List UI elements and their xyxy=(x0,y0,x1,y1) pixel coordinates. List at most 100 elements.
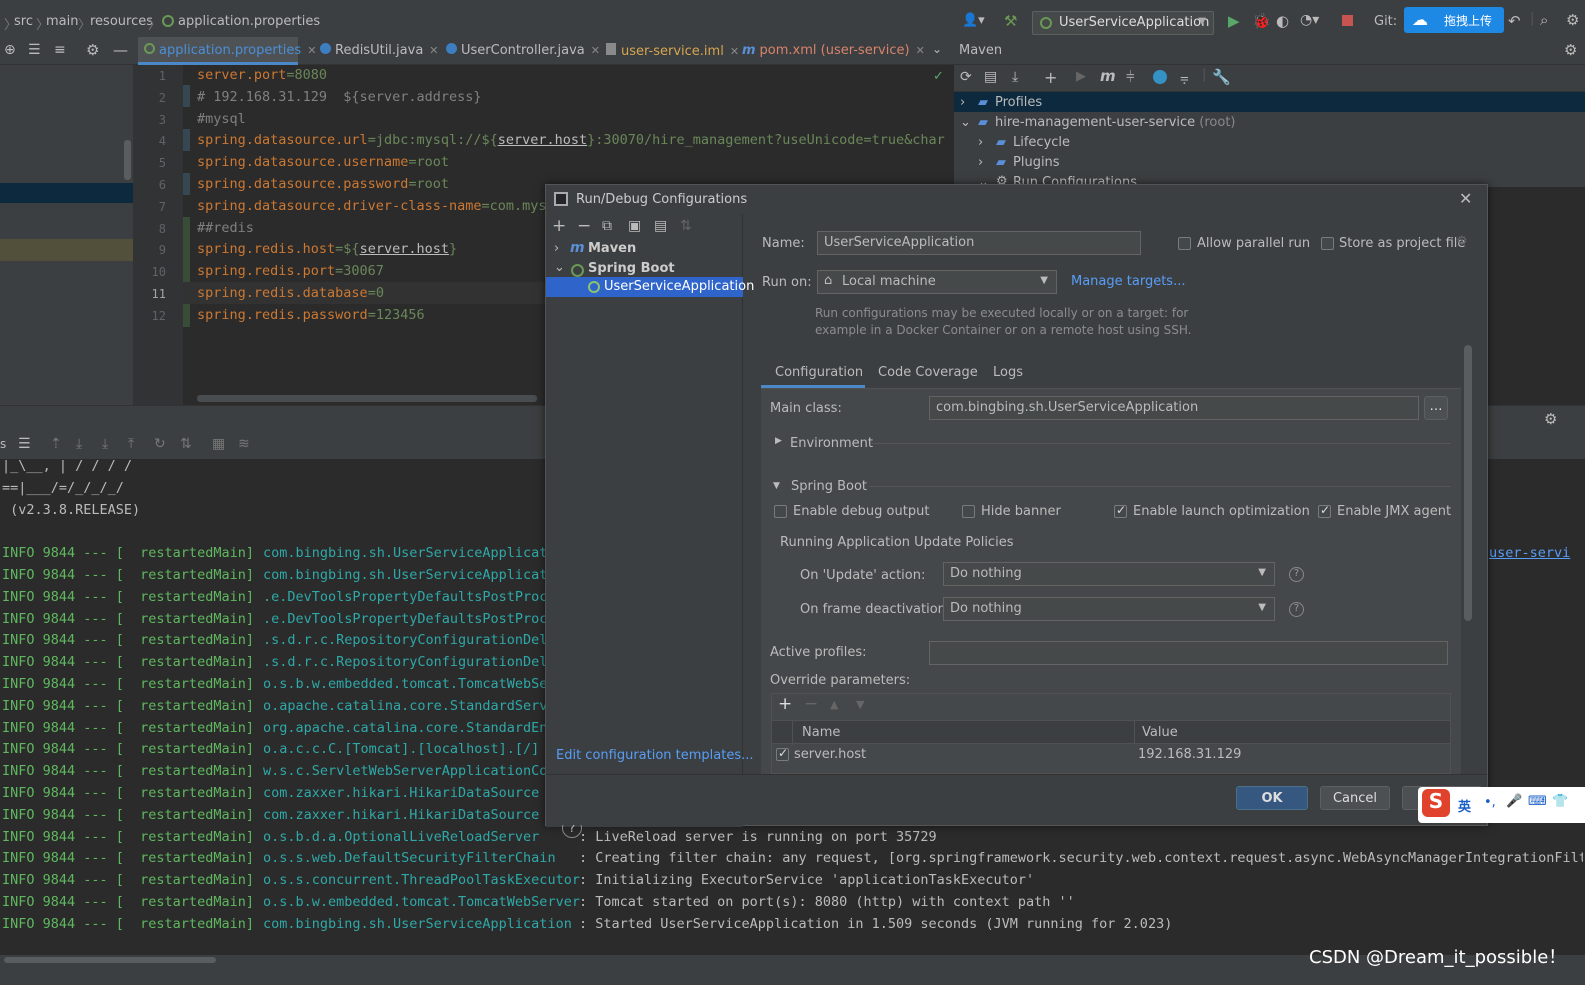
manage-targets-link[interactable]: Manage targets... xyxy=(1071,274,1185,289)
browse-button[interactable]: … xyxy=(1424,396,1448,420)
scrollbar[interactable] xyxy=(1464,345,1472,621)
chevron-down-icon[interactable]: ▼ xyxy=(773,481,780,491)
minimize-icon[interactable]: — xyxy=(113,41,128,59)
selected-row[interactable] xyxy=(0,183,133,203)
close-icon[interactable]: ✕ xyxy=(591,44,600,57)
microphone-icon[interactable]: 🎤 xyxy=(1506,794,1522,809)
code-line[interactable]: spring.datasource.username=root xyxy=(197,154,945,170)
code-line[interactable]: # 192.168.31.129 ${server.address} xyxy=(197,89,945,105)
code-line[interactable]: server.port=8080 xyxy=(197,67,945,83)
save-icon[interactable]: ▣ xyxy=(628,218,641,234)
sort-icon[interactable]: ⇅ xyxy=(680,218,692,234)
chevron-down-icon[interactable]: ⌄ xyxy=(554,260,565,275)
maven-item-lifecycle[interactable]: Lifecycle xyxy=(1013,135,1070,150)
param-name[interactable]: server.host xyxy=(794,747,866,762)
ok-button[interactable]: OK xyxy=(1236,786,1308,810)
gear-icon[interactable]: ⚙ xyxy=(86,41,99,59)
copy-icon[interactable]: ⧉ xyxy=(602,218,612,234)
maven-goal-icon[interactable]: m xyxy=(1100,67,1116,85)
collapse-icon[interactable]: ⩦ xyxy=(1180,68,1189,86)
chevron-right-icon[interactable]: › xyxy=(978,135,983,150)
chevron-down-icon[interactable]: ⌄ xyxy=(932,42,942,56)
help-icon[interactable]: ? xyxy=(1289,567,1304,582)
move-down-icon[interactable]: ▼ xyxy=(856,698,864,711)
horizontal-scrollbar[interactable] xyxy=(197,395,537,402)
add-icon[interactable]: + xyxy=(552,216,566,236)
run-icon[interactable]: ▶ xyxy=(1228,12,1240,30)
remove-icon[interactable]: − xyxy=(577,216,591,236)
spring-boot-section[interactable]: Spring Boot xyxy=(791,479,867,494)
toggle-offline-icon[interactable]: ⫩ xyxy=(1126,68,1135,86)
chevron-down-icon[interactable]: ⌄ xyxy=(960,115,971,130)
close-icon[interactable]: ✕ xyxy=(730,45,739,58)
code-line[interactable]: spring.datasource.url=jdbc:mysql://${ser… xyxy=(197,132,945,148)
close-icon[interactable]: ✕ xyxy=(1459,189,1472,208)
coverage-icon[interactable]: ◐ xyxy=(1276,12,1289,30)
split-icon[interactable]: ≋ xyxy=(238,436,250,452)
settings-icon[interactable]: ⚙ xyxy=(1566,11,1579,29)
tree-item-spring-boot[interactable]: Spring Boot xyxy=(588,261,675,276)
tree-item-maven[interactable]: Maven xyxy=(588,241,636,256)
list-icon[interactable]: ☰ xyxy=(18,436,31,452)
property-reference[interactable]: server.host xyxy=(360,241,449,257)
property-reference[interactable]: server.host xyxy=(498,132,587,148)
punctuation-icon[interactable]: •, xyxy=(1484,795,1496,810)
profile-icon[interactable]: ◔▾ xyxy=(1300,12,1319,28)
chevron-right-icon[interactable]: › xyxy=(554,241,559,256)
undo-icon[interactable]: ↶ xyxy=(1508,12,1521,30)
tab-code-coverage[interactable]: Code Coverage xyxy=(878,365,978,380)
debug-output-checkbox[interactable] xyxy=(774,505,787,518)
tab-configuration[interactable]: Configuration xyxy=(761,356,865,388)
launch-optimization-checkbox[interactable] xyxy=(1114,503,1127,518)
tab-pom-xml[interactable]: m pom.xml (user-service) ✕ xyxy=(742,43,925,58)
user-icon[interactable]: 👤▾ xyxy=(962,13,985,28)
reload-icon[interactable]: ⟳ xyxy=(960,69,972,85)
run-icon[interactable]: ▶ xyxy=(1076,69,1086,84)
maven-item-profiles[interactable]: Profiles xyxy=(995,95,1042,110)
remove-icon[interactable]: − xyxy=(804,694,818,714)
row-enabled-checkbox[interactable] xyxy=(776,746,789,761)
gear-icon[interactable]: ⚙ xyxy=(1456,234,1468,249)
on-frame-select[interactable]: Do nothing ▼ xyxy=(943,597,1275,621)
name-input[interactable]: UserServiceApplication xyxy=(817,231,1141,255)
breadcrumb-item[interactable]: resources xyxy=(90,14,153,29)
debug-icon[interactable]: 🐞 xyxy=(1252,12,1271,30)
expand-all-icon[interactable]: ☰ xyxy=(28,42,41,58)
move-up-icon[interactable]: ▲ xyxy=(830,698,838,711)
chevron-right-icon[interactable]: ▶ xyxy=(775,436,782,446)
tab-logs[interactable]: Logs xyxy=(993,365,1023,380)
edit-templates-link[interactable]: Edit configuration templates... xyxy=(556,748,754,763)
maven-item-plugins[interactable]: Plugins xyxy=(1013,155,1060,170)
upload-icon[interactable]: ⤒ xyxy=(128,436,134,452)
highlighted-row[interactable] xyxy=(0,239,133,261)
chevron-right-icon[interactable]: › xyxy=(978,155,983,170)
close-icon[interactable]: ✕ xyxy=(429,44,438,57)
jmx-agent-checkbox[interactable] xyxy=(1318,503,1331,518)
help-icon[interactable]: ? xyxy=(1289,602,1304,617)
layout-icon[interactable]: ▦ xyxy=(212,436,225,452)
build-hammer-icon[interactable]: ⚒ xyxy=(1004,12,1017,30)
download-icon[interactable]: ⤓ xyxy=(102,436,108,452)
environment-section[interactable]: Environment xyxy=(790,436,873,451)
scroll-up-icon[interactable]: ⇡ xyxy=(50,436,62,452)
add-icon[interactable]: + xyxy=(1044,68,1057,87)
breadcrumb-item[interactable]: main xyxy=(46,14,78,29)
on-update-select[interactable]: Do nothing ▼ xyxy=(943,562,1275,586)
breadcrumb-item[interactable]: src xyxy=(14,14,33,29)
table-row[interactable]: server.host 192.168.31.129 xyxy=(772,744,1450,766)
close-icon[interactable]: ✕ xyxy=(307,44,316,57)
breadcrumb-item[interactable]: application.properties xyxy=(178,14,320,29)
column-header-value[interactable]: Value xyxy=(1142,725,1178,740)
tab-label-application-properties[interactable]: application.properties ✕ xyxy=(144,43,316,58)
tab-usercontroller[interactable]: UserController.java ✕ xyxy=(446,43,600,58)
keyboard-icon[interactable]: ⌨ xyxy=(1528,794,1547,809)
tree-item-selected[interactable]: UserServiceApplication xyxy=(546,277,754,297)
chevron-right-icon[interactable]: › xyxy=(960,95,965,110)
settings-icon[interactable]: ⚙ xyxy=(1544,410,1557,428)
sogou-logo-icon[interactable]: S xyxy=(1422,789,1450,817)
code-line[interactable]: #mysql xyxy=(197,111,945,127)
skin-icon[interactable]: 👕 xyxy=(1552,794,1568,809)
run-configuration-selector[interactable]: UserServiceApplication ▼ xyxy=(1032,11,1214,35)
maven-item-project[interactable]: hire-management-user-service (root) xyxy=(995,115,1236,130)
upload-button[interactable]: ☁ 拖拽上传 xyxy=(1404,7,1504,33)
